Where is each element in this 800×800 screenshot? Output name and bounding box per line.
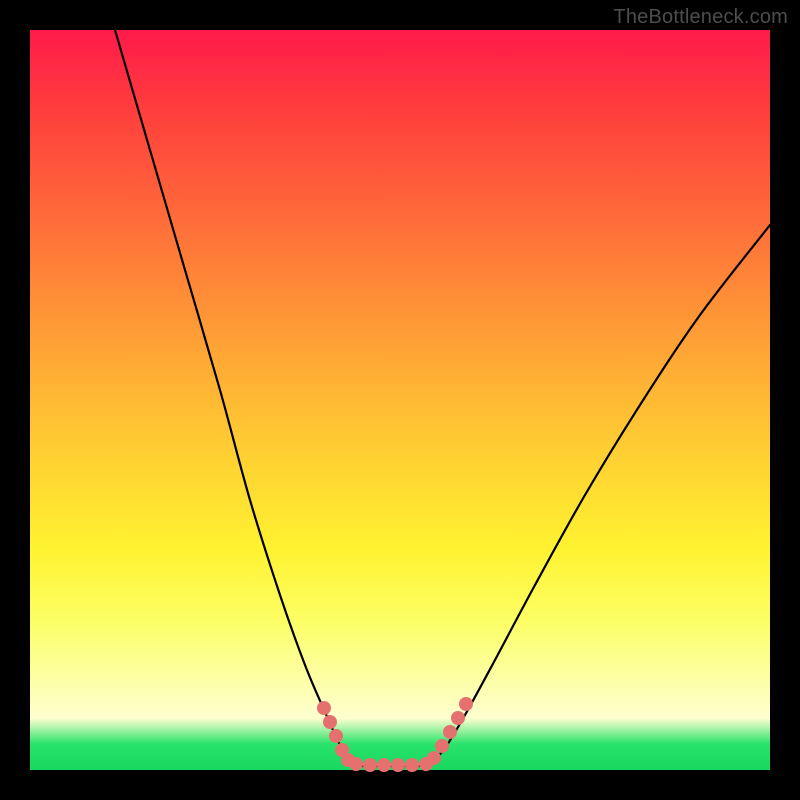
marker-point [317,701,331,715]
plot-area [30,30,770,770]
chart-frame: TheBottleneck.com [0,0,800,800]
marker-point [459,697,473,711]
marker-point [391,758,405,772]
marker-point [323,715,337,729]
marker-point [329,729,343,743]
marker-point [443,725,457,739]
marker-point [363,758,377,772]
marker-point [427,751,441,765]
marker-point [451,711,465,725]
curve-layer [30,30,770,770]
marker-point [377,758,391,772]
series-left-curve [115,30,350,762]
marker-point [405,758,419,772]
series-right-curve [430,225,770,764]
marker-point [435,739,449,753]
watermark-text: TheBottleneck.com [613,6,788,29]
marker-point [349,757,363,771]
